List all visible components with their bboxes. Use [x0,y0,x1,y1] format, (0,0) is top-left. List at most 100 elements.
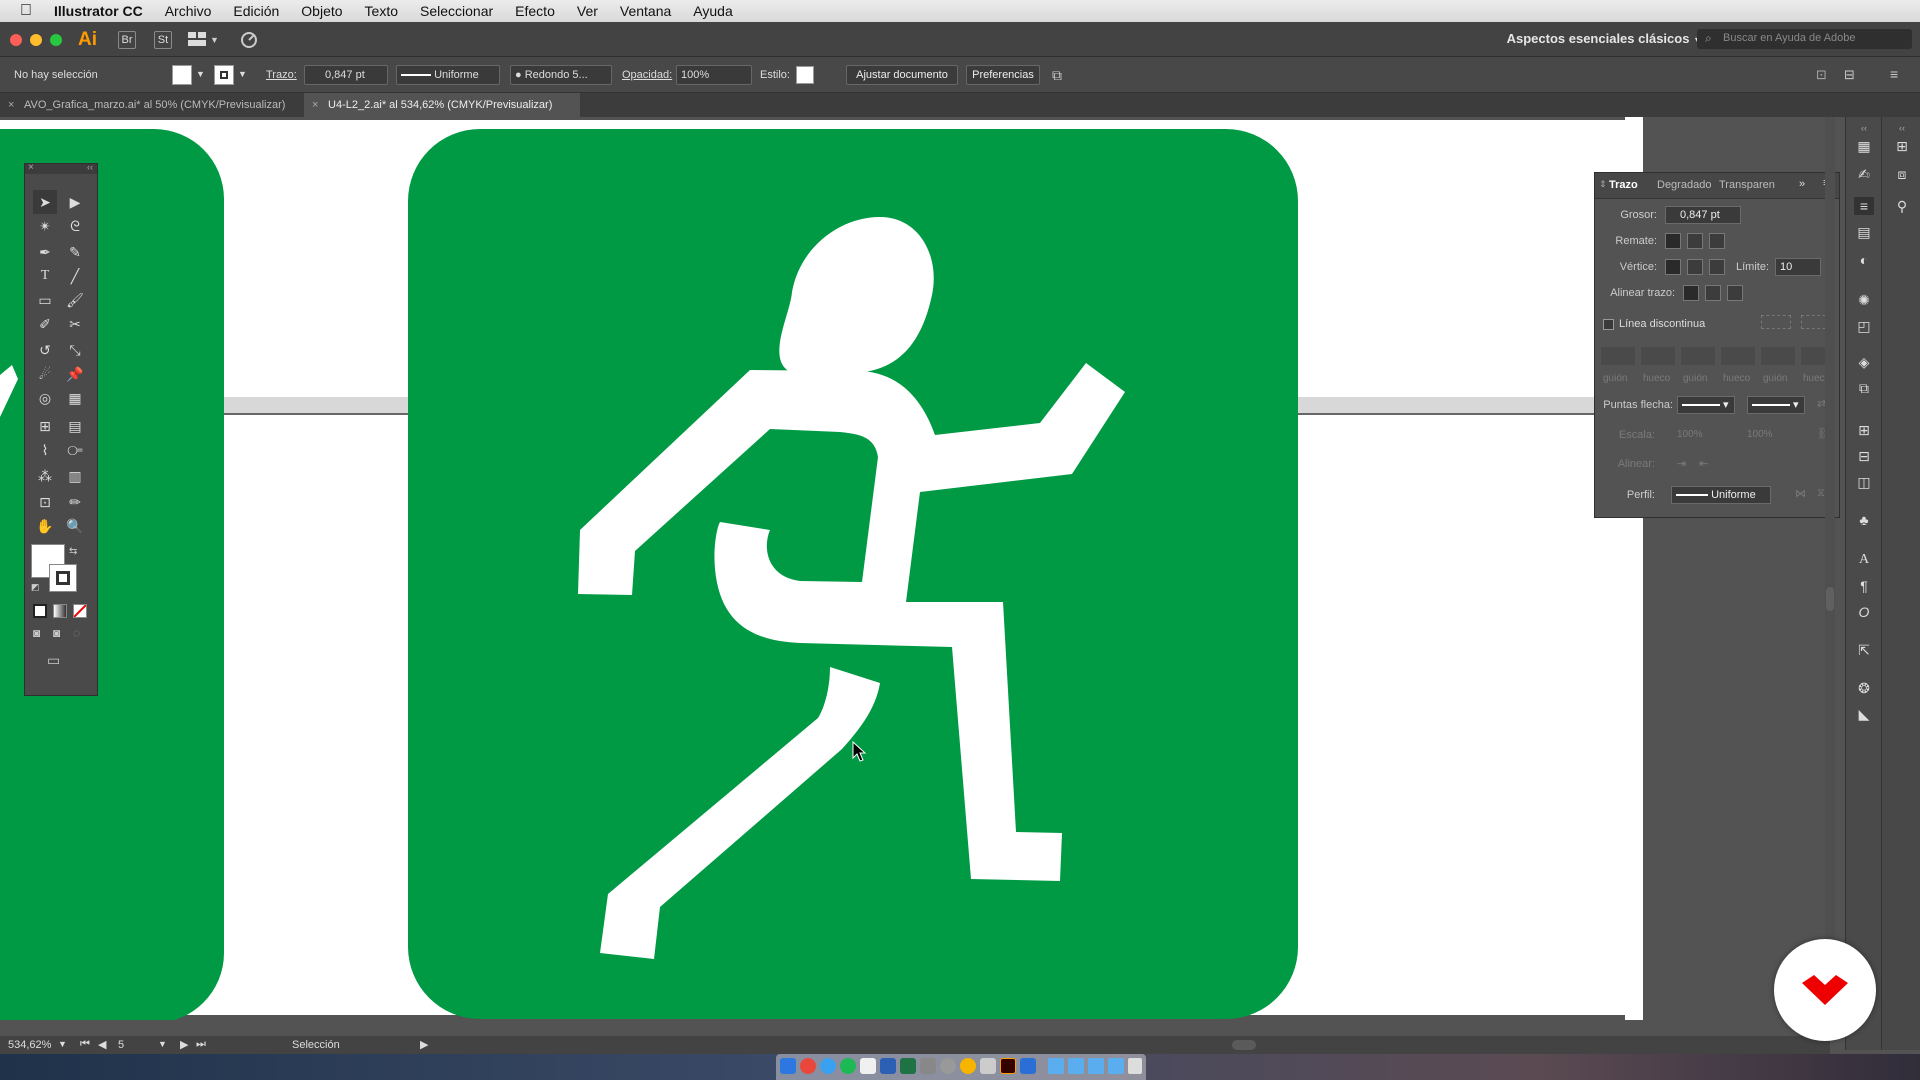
color-mode-icon[interactable] [33,604,47,618]
gradient-panel-icon[interactable]: ▤ [1854,223,1874,241]
symbol-sprayer-tool-icon[interactable]: ⁂ [33,464,57,488]
screen-mode-icon[interactable]: ▭ [47,652,60,669]
tab-degradado[interactable]: Degradado [1657,179,1711,191]
artboards-icon[interactable]: ⧉ [1854,379,1874,397]
illustrator-dock-icon[interactable] [1000,1058,1016,1074]
end-arrowhead-dropdown[interactable]: ▾ [1747,396,1805,414]
collapse-icon[interactable]: ‹‹ [1892,119,1912,137]
libraries-icon[interactable]: ▦ [1854,137,1874,155]
help-search-input[interactable]: ⌕ Buscar en Ayuda de Adobe [1697,29,1912,49]
align-center-button[interactable] [1683,285,1699,301]
align-icon[interactable]: ⊟ [1844,67,1855,83]
chrome-icon[interactable] [800,1058,816,1074]
quicktime-icon[interactable] [1020,1058,1036,1074]
none-mode-icon[interactable] [73,604,87,618]
round-cap-button[interactable] [1687,233,1703,249]
next-artboard-button[interactable]: ▶ [180,1038,188,1051]
apple-icon[interactable]:  [20,3,36,19]
transparency-panel-icon[interactable]: ◐ [1854,251,1874,269]
workspace-switcher[interactable]: Aspectos esenciales clásicos ▼ [1507,31,1702,46]
adjust-document-button[interactable]: Ajustar documento [846,65,958,85]
arrange-documents-icon[interactable] [188,32,206,46]
limit-field[interactable]: 10 [1775,258,1821,276]
stroke-label[interactable]: Trazo: [266,69,297,81]
stroke-weight-field[interactable]: 0,847 pt [304,65,388,85]
close-window-button[interactable] [10,34,22,46]
dash-field-2[interactable] [1681,347,1715,365]
tab-document-1[interactable]: × AVO_Grafica_marzo.ai* al 50% (CMYK/Prev… [0,93,302,117]
brushes-icon[interactable]: ✍ [1854,165,1874,183]
round-join-button[interactable] [1687,259,1703,275]
zoom-tool-icon[interactable]: 🔍 [63,514,87,538]
arrow-tip-at-end-icon[interactable]: ⇤ [1699,457,1708,470]
align-outside-button[interactable] [1727,285,1743,301]
dashed-line-checkbox[interactable] [1603,319,1614,330]
folder-icon[interactable] [1068,1058,1084,1074]
eyedropper-tool-icon[interactable]: ⌇ [33,438,57,462]
character-icon[interactable]: A [1854,551,1874,569]
vertical-scrollbar[interactable] [1825,117,1835,1036]
magic-wand-tool-icon[interactable]: ✴ [33,214,57,238]
shape-builder-tool-icon[interactable]: ◎ [33,386,57,410]
app-icon[interactable] [980,1058,996,1074]
calendar-icon[interactable] [860,1058,876,1074]
transform-icon[interactable]: ⊡ [1816,67,1827,83]
brush-definition-dropdown[interactable]: ● Redondo 5... [510,65,612,85]
stroke-swatch[interactable] [214,65,234,85]
vertical-scrollbar-thumb[interactable] [1826,587,1834,611]
mesh-tool-icon[interactable]: ⊞ [33,414,57,438]
excel-icon[interactable] [900,1058,916,1074]
photos-icon[interactable] [960,1058,976,1074]
butt-cap-button[interactable] [1665,233,1681,249]
export-icon[interactable]: ⇱ [1854,641,1874,659]
stroke-panel-icon[interactable]: ≡ [1854,197,1874,215]
chevron-down-icon[interactable]: ▼ [196,69,205,79]
chevron-down-icon[interactable]: ▼ [238,69,247,79]
first-artboard-button[interactable]: ⏮ [80,1038,90,1051]
align-inside-button[interactable] [1705,285,1721,301]
opacity-field[interactable]: 100% [676,65,752,85]
horizontal-scrollbar-thumb[interactable] [1232,1040,1256,1050]
expand-panels-icon[interactable]: » [1799,178,1805,190]
appearance-icon[interactable]: ✺ [1854,291,1874,309]
opentype-icon[interactable]: O [1854,603,1874,621]
pathfinder-icon[interactable]: ◫ [1854,473,1874,491]
direct-selection-tool-icon[interactable]: ▶ [63,190,87,214]
settings-icon[interactable] [940,1058,956,1074]
preferences-button[interactable]: Preferencias [966,65,1040,85]
panel-options-icon[interactable]: ⇕ [1599,179,1607,190]
finder-icon[interactable] [780,1058,796,1074]
gap-field-2[interactable] [1721,347,1755,365]
zoom-window-button[interactable] [50,34,62,46]
fill-swatch[interactable] [172,65,192,85]
menu-efecto[interactable]: Efecto [515,3,555,19]
bevel-join-button[interactable] [1709,259,1725,275]
minimize-window-button[interactable] [30,34,42,46]
align-icon[interactable]: ⊟ [1854,447,1874,465]
rotate-tool-icon[interactable]: ↺ [33,338,57,362]
menu-edicion[interactable]: Edición [233,3,279,19]
arrange-icon[interactable]: ⧉ [1052,67,1062,84]
lasso-tool-icon[interactable]: ᘓ [63,214,87,238]
artboard-number-field[interactable]: 5 [118,1039,124,1051]
safari-icon[interactable] [820,1058,836,1074]
gradient-tool-icon[interactable]: ▤ [63,414,87,438]
draw-normal-icon[interactable]: ◙ [33,626,40,640]
gpu-performance-icon[interactable] [238,30,260,50]
folder-icon[interactable] [1088,1058,1104,1074]
projecting-cap-button[interactable] [1709,233,1725,249]
close-icon[interactable]: × [312,93,318,117]
word-icon[interactable] [880,1058,896,1074]
menu-app-name[interactable]: Illustrator CC [54,3,143,19]
slice-tool-icon[interactable]: ✏ [63,490,87,514]
scale-field-start[interactable]: 100% [1677,429,1703,440]
panel-menu-icon[interactable]: ≡ [1890,66,1898,82]
artboard-tool-icon[interactable]: ⊡ [33,490,57,514]
last-artboard-button[interactable]: ⏭ [196,1038,206,1051]
start-arrowhead-dropdown[interactable]: ▾ [1677,396,1735,414]
magic-wand-panel-icon[interactable]: ⚲ [1892,197,1912,215]
folder-icon[interactable] [1048,1058,1064,1074]
draw-behind-icon[interactable]: ◙ [53,626,60,640]
pen-tool-icon[interactable]: ✒ [33,240,57,264]
transform-icon[interactable]: ⊞ [1854,421,1874,439]
